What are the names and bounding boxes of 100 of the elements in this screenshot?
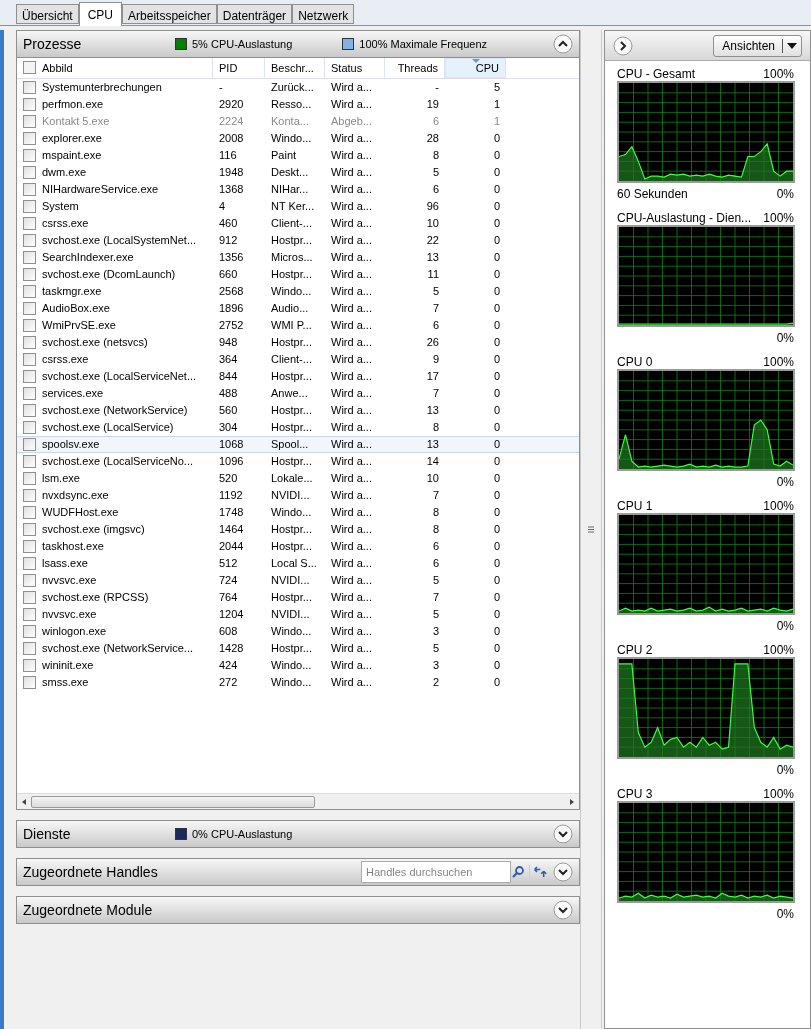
process-row[interactable]: smss.exe 272 Windo... Wird a... 2 0: [17, 674, 579, 691]
row-checkbox[interactable]: [23, 132, 36, 145]
process-row[interactable]: SearchIndexer.exe 1356 Micros... Wird a... 13 0: [17, 249, 579, 266]
process-row[interactable]: svchost.exe (LocalSystemNet... 912 Hostpr... Wird a... 22 0: [17, 232, 579, 249]
process-row[interactable]: wininit.exe 424 Windo... Wird a... 3 0: [17, 657, 579, 674]
row-checkbox[interactable]: [23, 166, 36, 179]
row-checkbox[interactable]: [23, 421, 36, 434]
process-row[interactable]: Systemunterbrechungen - Zurück... Wird a... - 5: [17, 79, 579, 96]
row-checkbox[interactable]: [23, 438, 36, 451]
row-checkbox[interactable]: [23, 149, 36, 162]
scroll-left-arrow-icon[interactable]: [22, 798, 26, 805]
row-checkbox[interactable]: [23, 455, 36, 468]
scrollbar-thumb[interactable]: [31, 795, 315, 808]
process-row[interactable]: svchost.exe (netsvcs) 948 Hostpr... Wird a... 26 0: [17, 334, 579, 351]
row-checkbox[interactable]: [23, 302, 36, 315]
process-row[interactable]: svchost.exe (NetworkService... 1428 Hostpr... Wird a... 5 0: [17, 640, 579, 657]
tab[interactable]: Übersicht: [16, 4, 79, 24]
column-header[interactable]: PID: [213, 58, 265, 78]
row-checkbox[interactable]: [23, 285, 36, 298]
process-row[interactable]: taskmgr.exe 2568 Windo... Wird a... 5 0: [17, 283, 579, 300]
row-checkbox[interactable]: [23, 234, 36, 247]
process-row[interactable]: NIHardwareService.exe 1368 NIHar... Wird a... 6 0: [17, 181, 579, 198]
search-field[interactable]: Handles durchsuchen: [361, 861, 511, 883]
row-checkbox[interactable]: [23, 217, 36, 230]
horizontal-scrollbar[interactable]: [17, 793, 579, 809]
process-row[interactable]: nvvsvc.exe 724 NVIDI... Wird a... 5 0: [17, 572, 579, 589]
column-header[interactable]: CPU: [445, 58, 506, 78]
process-row[interactable]: svchost.exe (DcomLaunch) 660 Hostpr... Wird a... 11 0: [17, 266, 579, 283]
process-row[interactable]: csrss.exe 460 Client-... Wird a... 10 0: [17, 215, 579, 232]
process-row[interactable]: AudioBox.exe 1896 Audio... Wird a... 7 0: [17, 300, 579, 317]
row-checkbox[interactable]: [23, 472, 36, 485]
process-row[interactable]: nvxdsync.exe 1192 NVIDI... Wird a... 7 0: [17, 487, 579, 504]
grip-icon[interactable]: [588, 526, 594, 533]
process-row[interactable]: svchost.exe (imgsvc) 1464 Hostpr... Wird a... 8 0: [17, 521, 579, 538]
process-row[interactable]: explorer.exe 2008 Windo... Wird a... 28 0: [17, 130, 579, 147]
tab[interactable]: Arbeitsspeicher: [122, 4, 217, 24]
expand-chevron-icon[interactable]: [553, 900, 573, 920]
process-row[interactable]: WmiPrvSE.exe 2752 WMI P... Wird a... 6 0: [17, 317, 579, 334]
row-checkbox[interactable]: [23, 591, 36, 604]
scroll-right-arrow-icon[interactable]: [570, 798, 574, 805]
row-checkbox[interactable]: [23, 625, 36, 638]
process-row[interactable]: svchost.exe (NetworkService) 560 Hostpr... Wird a... 13 0: [17, 402, 579, 419]
process-row[interactable]: svchost.exe (LocalServiceNo... 1096 Hostpr... Wird a... 14 0: [17, 453, 579, 470]
section-header[interactable]: Dienste 0% CPU-Auslastung: [16, 820, 580, 848]
row-checkbox[interactable]: [23, 506, 36, 519]
row-checkbox[interactable]: [23, 370, 36, 383]
row-checkbox[interactable]: [23, 353, 36, 366]
row-checkbox[interactable]: [23, 608, 36, 621]
row-checkbox[interactable]: [23, 268, 36, 281]
row-checkbox[interactable]: [23, 523, 36, 536]
process-row[interactable]: perfmon.exe 2920 Resso... Wird a... 19 1: [17, 96, 579, 113]
tab[interactable]: Netzwerk: [292, 4, 355, 24]
collapse-chevron-icon[interactable]: [553, 34, 573, 54]
expand-chevron-icon[interactable]: [553, 862, 573, 882]
tab[interactable]: CPU: [78, 2, 123, 26]
search-icon[interactable]: [511, 865, 525, 879]
row-checkbox[interactable]: [23, 336, 36, 349]
process-row[interactable]: spoolsv.exe 1068 Spool... Wird a... 13 0: [17, 436, 579, 453]
row-checkbox[interactable]: [23, 251, 36, 264]
section-header[interactable]: Prozesse 5% CPU-Auslastung 100% Maximale Frequenz: [16, 30, 580, 58]
section-header[interactable]: Zugeordnete Handles Handles durchsuchen: [16, 858, 580, 886]
row-checkbox[interactable]: [23, 319, 36, 332]
views-button[interactable]: Ansichten: [713, 34, 802, 57]
table-cell-text: 0: [492, 386, 501, 402]
expand-chevron-icon[interactable]: [553, 824, 573, 844]
process-row[interactable]: csrss.exe 364 Client-... Wird a... 9 0: [17, 351, 579, 368]
row-checkbox[interactable]: [23, 540, 36, 553]
process-row[interactable]: taskhost.exe 2044 Hostpr... Wird a... 6 0: [17, 538, 579, 555]
column-header[interactable]: Beschr...: [265, 58, 325, 78]
process-row[interactable]: lsass.exe 512 Local S... Wird a... 6 0: [17, 555, 579, 572]
process-row[interactable]: mspaint.exe 116 Paint Wird a... 8 0: [17, 147, 579, 164]
row-checkbox[interactable]: [23, 574, 36, 587]
process-row[interactable]: WUDFHost.exe 1748 Windo... Wird a... 8 0: [17, 504, 579, 521]
process-row[interactable]: svchost.exe (LocalServiceNet... 844 Hostpr... Wird a... 17 0: [17, 368, 579, 385]
process-row[interactable]: svchost.exe (RPCSS) 764 Hostpr... Wird a... 7 0: [17, 589, 579, 606]
row-checkbox[interactable]: [23, 183, 36, 196]
row-checkbox[interactable]: [23, 489, 36, 502]
row-checkbox[interactable]: [23, 98, 36, 111]
process-row[interactable]: winlogon.exe 608 Windo... Wird a... 3 0: [17, 623, 579, 640]
process-row[interactable]: System 4 NT Ker... Wird a... 96 0: [17, 198, 579, 215]
row-checkbox[interactable]: [23, 557, 36, 570]
process-row[interactable]: svchost.exe (LocalService) 304 Hostpr... Wird a... 8 0: [17, 419, 579, 436]
section-header[interactable]: Zugeordnete Module: [16, 896, 580, 924]
tab[interactable]: Datenträger: [216, 4, 293, 24]
column-header[interactable]: Status: [325, 58, 385, 78]
row-checkbox[interactable]: [23, 404, 36, 417]
row-checkbox[interactable]: [23, 676, 36, 689]
column-header[interactable]: Abbild: [36, 58, 213, 78]
row-checkbox[interactable]: [23, 642, 36, 655]
row-checkbox[interactable]: [23, 200, 36, 213]
process-row[interactable]: dwm.exe 1948 Deskt... Wird a... 5 0: [17, 164, 579, 181]
row-checkbox[interactable]: [23, 81, 36, 94]
swap-arrows-icon[interactable]: [529, 865, 547, 879]
process-row[interactable]: nvvsvc.exe 1204 NVIDI... Wird a... 5 0: [17, 606, 579, 623]
row-checkbox[interactable]: [23, 387, 36, 400]
expand-right-chevron-icon[interactable]: [613, 35, 633, 56]
process-row[interactable]: services.exe 488 Anwe... Wird a... 7 0: [17, 385, 579, 402]
process-row[interactable]: lsm.exe 520 Lokale... Wird a... 10 0: [17, 470, 579, 487]
row-checkbox[interactable]: [23, 659, 36, 672]
select-all-checkbox[interactable]: [23, 61, 36, 74]
